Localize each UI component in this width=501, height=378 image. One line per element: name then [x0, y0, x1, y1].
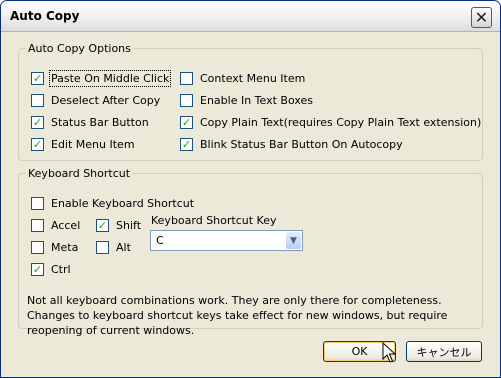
ctrl-checkbox[interactable]: Ctrl	[31, 263, 71, 276]
dialog-body: Auto Copy Options Paste On Middle Click …	[1, 32, 500, 377]
shift-checkbox[interactable]: Shift	[96, 219, 141, 232]
keyboard-shortcut-group: Keyboard Shortcut Enable Keyboard Shortc…	[18, 167, 483, 337]
shortcut-key-select[interactable]: C ▼	[150, 230, 303, 251]
checkbox-label: Paste On Middle Click	[48, 70, 172, 87]
enable-keyboard-shortcut-checkbox[interactable]: Enable Keyboard Shortcut	[31, 197, 194, 210]
enable-in-text-boxes-checkbox[interactable]: Enable In Text Boxes	[180, 94, 313, 107]
checkbox-box	[31, 116, 44, 129]
cancel-button[interactable]: キャンセル	[406, 341, 482, 362]
deselect-after-copy-checkbox[interactable]: Deselect After Copy	[31, 94, 160, 107]
checkbox-label: Shift	[116, 219, 142, 232]
checkbox-box	[96, 219, 109, 232]
help-line: reopening of current windows.	[27, 324, 195, 337]
checkbox-label: Copy Plain Text(requires Copy Plain Text…	[200, 116, 482, 129]
dialog-window: Auto Copy ✕ Auto Copy Options Paste On M…	[0, 0, 501, 378]
shortcut-key-value: C	[156, 234, 164, 247]
checkbox-box	[96, 241, 109, 254]
close-icon: ✕	[474, 7, 489, 27]
checkbox-label: Accel	[51, 219, 81, 232]
copy-plain-text-checkbox[interactable]: Copy Plain Text(requires Copy Plain Text…	[180, 116, 481, 129]
checkbox-box	[31, 197, 44, 210]
shortcut-key-label: Keyboard Shortcut Key	[151, 214, 277, 227]
keyboard-shortcut-legend: Keyboard Shortcut	[28, 167, 131, 180]
chevron-down-icon[interactable]: ▼	[286, 232, 301, 249]
alt-checkbox[interactable]: Alt	[96, 241, 131, 254]
paste-on-middle-click-checkbox[interactable]: Paste On Middle Click	[31, 70, 172, 87]
help-line: Not all keyboard combinations work. They…	[27, 294, 442, 307]
context-menu-item-checkbox[interactable]: Context Menu Item	[180, 72, 305, 85]
checkbox-label: Context Menu Item	[200, 72, 306, 85]
window-title: Auto Copy	[10, 9, 80, 23]
checkbox-box	[31, 219, 44, 232]
checkbox-label: Enable In Text Boxes	[200, 94, 314, 107]
ok-button-label: OK	[351, 345, 368, 358]
ok-button[interactable]: OK	[323, 341, 396, 362]
auto-copy-options-legend: Auto Copy Options	[28, 42, 131, 55]
checkbox-box	[31, 263, 44, 276]
help-line: Changes to keyboard shortcut keys take e…	[27, 309, 448, 322]
blink-status-bar-button-checkbox[interactable]: Blink Status Bar Button On Autocopy	[180, 138, 403, 151]
shortcut-help-text: Not all keyboard combinations work. They…	[27, 293, 482, 338]
auto-copy-options-group: Auto Copy Options Paste On Middle Click …	[18, 42, 483, 161]
checkbox-box	[180, 116, 193, 129]
checkbox-box	[180, 94, 193, 107]
checkbox-label: Edit Menu Item	[51, 138, 135, 151]
checkbox-label: Ctrl	[51, 263, 71, 276]
status-bar-button-checkbox[interactable]: Status Bar Button	[31, 116, 149, 129]
meta-checkbox[interactable]: Meta	[31, 241, 78, 254]
accel-checkbox[interactable]: Accel	[31, 219, 80, 232]
checkbox-box	[31, 241, 44, 254]
title-bar[interactable]: Auto Copy ✕	[1, 1, 500, 32]
checkbox-box	[31, 94, 44, 107]
checkbox-box	[180, 72, 193, 85]
cancel-button-label: キャンセル	[416, 345, 472, 359]
edit-menu-item-checkbox[interactable]: Edit Menu Item	[31, 138, 135, 151]
close-button[interactable]: ✕	[471, 7, 492, 28]
checkbox-label: Deselect After Copy	[51, 94, 161, 107]
checkbox-label: Status Bar Button	[51, 116, 149, 129]
checkbox-label: Meta	[51, 241, 79, 254]
checkbox-box	[180, 138, 193, 151]
checkbox-label: Alt	[116, 241, 131, 254]
checkbox-label: Enable Keyboard Shortcut	[51, 197, 195, 210]
checkbox-box	[31, 72, 44, 85]
checkbox-label: Blink Status Bar Button On Autocopy	[200, 138, 403, 151]
checkbox-box	[31, 138, 44, 151]
